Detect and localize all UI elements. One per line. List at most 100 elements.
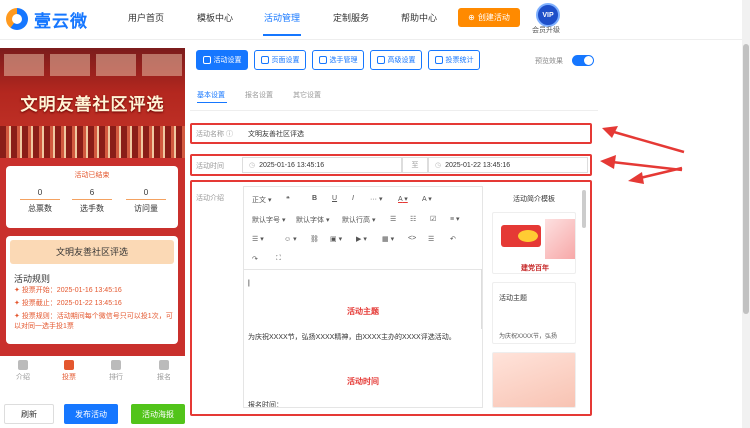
refresh-button[interactable]: 刷新 (4, 404, 54, 424)
italic-icon[interactable]: I (352, 195, 354, 202)
template-card-theme[interactable]: 活动主题 为庆祝XXXX节，弘扬 (492, 282, 576, 344)
logo-icon (6, 8, 28, 30)
rule-start: ✦ 投票开始：2025-01-16 13:45:16 (14, 287, 122, 294)
tab-other-settings[interactable]: 其它设置 (293, 90, 321, 100)
quote-icon[interactable]: ❝ (286, 195, 290, 203)
table-icon[interactable]: ▦ ▾ (382, 235, 394, 243)
vip-upgrade-label[interactable]: 会员升级 (532, 25, 560, 35)
page-settings-button[interactable]: 页面设置 (254, 50, 306, 70)
link-icon[interactable]: ⛓ (310, 235, 319, 243)
editor-content-area[interactable]: | 活动主题 为庆祝XXXX节，弘扬XXXX精神，由XXXX主办的XXXX评选活… (244, 269, 482, 408)
template-card-party[interactable]: 建党百年 (492, 212, 576, 274)
underline-icon[interactable]: U (332, 195, 337, 202)
tab-signup[interactable]: 报名 (149, 360, 179, 382)
stat-total-votes: 0 总票数 (20, 188, 60, 214)
time-separator: 至 (402, 157, 428, 173)
preview-effect-toggle[interactable] (572, 55, 594, 66)
rank-icon (111, 360, 121, 370)
bold-icon[interactable]: B (312, 195, 317, 202)
undo-icon[interactable]: ↶ (450, 235, 456, 243)
content-signup-time: 报名时间： (248, 402, 283, 408)
nav-active-indicator (263, 34, 301, 36)
tab-intro[interactable]: 介绍 (8, 360, 38, 382)
indent-icon[interactable]: ☰ ▾ (252, 235, 264, 243)
activity-name-input[interactable]: 文明友善社区评选 (242, 126, 588, 142)
background-color-icon[interactable]: A ▾ (422, 195, 432, 203)
clock-icon: ◷ (435, 162, 442, 169)
tab-basic-settings[interactable]: 基本设置 (197, 90, 225, 100)
vip-icon[interactable]: VIP (536, 3, 560, 27)
nav-item-activity-management[interactable]: 活动管理 (264, 11, 300, 24)
gear-icon (260, 56, 269, 64)
activity-banner: 文明友善社区评选 (0, 48, 185, 158)
preview-effect-label: 预览效果 (535, 58, 563, 65)
signup-icon (159, 360, 169, 370)
intro-templates-panel: 活动简介模板 建党百年 活动主题 为庆祝XXXX节，弘扬 (488, 186, 580, 408)
paragraph-style-select[interactable]: 正文 ▾ (252, 195, 271, 205)
video-icon[interactable]: ▶ ▾ (356, 235, 367, 243)
nav-item-custom-service[interactable]: 定制服务 (333, 11, 369, 24)
font-family-select[interactable]: 默认字体 ▾ (296, 215, 329, 225)
more-icon[interactable]: ··· ▾ (370, 195, 382, 203)
create-activity-label: 创建活动 (477, 13, 510, 22)
vote-icon (64, 360, 74, 370)
end-time-input[interactable]: ◷ 2025-01-22 13:45:16 (428, 157, 588, 173)
activity-intro-label: 活动介绍 (196, 195, 224, 202)
contestant-management-button[interactable]: 选手管理 (312, 50, 364, 70)
clock-icon: ◷ (249, 162, 256, 169)
rule-vote: ✦ 投票规则：活动期间每个微信号只可以投1次，可以对同一选手投1票 (14, 313, 173, 330)
numbered-list-icon[interactable]: ☷ (410, 215, 416, 223)
line-height-select[interactable]: 默认行高 ▾ (342, 215, 375, 225)
fullscreen-icon[interactable]: ⛶ (276, 255, 281, 263)
top-navigation: 壹云微 用户首页 模板中心 活动管理 定制服务 帮助中心 ⊕ 创建活动 VIP … (0, 0, 750, 40)
advanced-settings-button[interactable]: 高级设置 (370, 50, 422, 70)
editor-scrollbar[interactable] (481, 269, 482, 329)
start-time-input[interactable]: ◷ 2025-01-16 13:45:16 (242, 157, 402, 173)
nav-item-templates[interactable]: 模板中心 (197, 11, 233, 24)
nav-item-home[interactable]: 用户首页 (128, 11, 164, 24)
templates-scrollbar[interactable] (582, 190, 586, 228)
divider-icon[interactable]: ☰ (428, 235, 434, 243)
mobile-preview: 文明友善社区评选 活动已结束 0 总票数 6 选手数 0 访问量 文明友善社区评选 活… (0, 48, 185, 388)
banner-title: 文明友善社区评选 (20, 95, 165, 115)
font-color-icon[interactable]: A ▾ (398, 195, 408, 203)
intro-icon (18, 360, 28, 370)
nav-item-help[interactable]: 帮助中心 (401, 11, 437, 24)
create-activity-button[interactable]: ⊕ 创建活动 (458, 8, 520, 27)
activity-status: 活动已结束 (74, 172, 110, 179)
align-icon[interactable]: ≡ ▾ (450, 215, 460, 223)
tab-rank[interactable]: 排行 (101, 360, 131, 382)
bullet-list-icon[interactable]: ☰ (390, 215, 396, 223)
font-size-select[interactable]: 默认字号 ▾ (252, 215, 285, 225)
rule-end: ✦ 投票截止：2025-01-22 13:45:16 (14, 300, 122, 307)
publish-activity-button[interactable]: 发布活动 (64, 404, 118, 424)
rules-title: 活动规则 (14, 274, 51, 284)
logo[interactable]: 壹云微 (6, 7, 88, 31)
stat-contestants: 6 选手数 (72, 188, 112, 214)
rich-text-editor: 正文 ▾ ❝ B U I ··· ▾ A ▾ A ▾ 默认字号 ▾ 默认字体 ▾… (243, 186, 483, 408)
tab-signup-settings[interactable]: 报名设置 (245, 90, 273, 100)
logo-text: 壹云微 (34, 11, 88, 31)
activity-name-label: 活动名称 ⓘ (196, 131, 233, 138)
tab-vote[interactable]: 投票 (54, 360, 84, 382)
todo-icon[interactable]: ☑ (430, 215, 436, 223)
stats-card: 活动已结束 0 总票数 6 选手数 0 访问量 (6, 166, 178, 228)
redo-icon[interactable]: ↷ (252, 255, 258, 263)
template-card-pink[interactable] (492, 352, 576, 408)
users-icon (318, 56, 327, 64)
code-icon[interactable]: <> (408, 235, 416, 242)
activity-settings-button[interactable]: 活动设置 (196, 50, 248, 70)
content-paragraph: 为庆祝XXXX节，弘扬XXXX精神，由XXXX主办的XXXX评选活动。 (248, 334, 456, 341)
templates-title: 活动简介模板 (513, 196, 555, 203)
sliders-icon (376, 56, 385, 64)
subtab-active-indicator (197, 102, 227, 103)
emoji-icon[interactable]: ☺ ▾ (284, 235, 297, 243)
content-heading-theme: 活动主题 (347, 307, 379, 316)
activity-poster-button[interactable]: 活动海报 (131, 404, 185, 424)
vote-statistics-button[interactable]: 投票统计 (428, 50, 480, 70)
image-icon[interactable]: ▣ ▾ (330, 235, 342, 243)
stat-visits: 0 访问量 (126, 188, 166, 214)
page-scrollbar[interactable] (742, 0, 750, 428)
preview-tabbar: 介绍 投票 排行 报名 (0, 356, 185, 388)
rules-header: 文明友善社区评选 (10, 240, 174, 264)
